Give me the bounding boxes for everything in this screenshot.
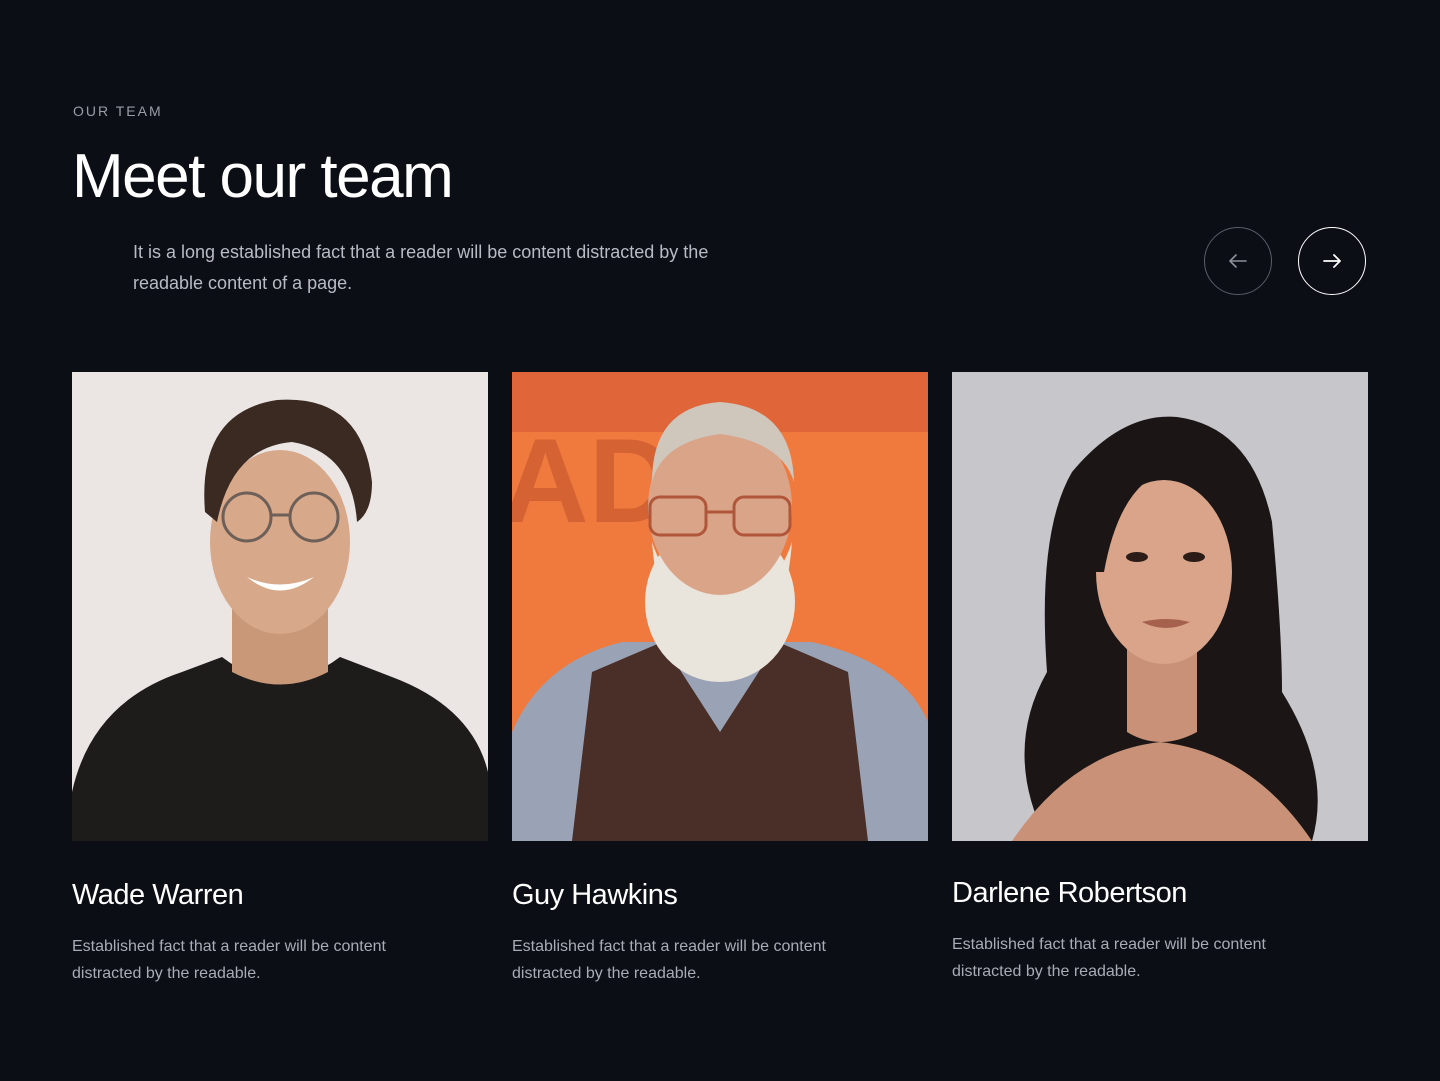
team-card-wade-warren[interactable]: Wade Warren Established fact that a read… [72,372,488,987]
team-section: OUR TEAM Meet our team It is a long esta… [0,0,1440,1081]
team-card-darlene-robertson[interactable]: Darlene Robertson Established fact that … [952,372,1368,985]
arrow-right-icon [1323,254,1341,268]
portrait-wade-warren [72,372,488,841]
section-title: Meet our team [72,142,454,211]
member-name: Darlene Robertson [952,877,1187,909]
section-lead: It is a long established fact that a rea… [133,242,709,293]
portrait-guy-hawkins: AD [512,372,928,841]
section-eyebrow: OUR TEAM [73,103,163,119]
member-name: Wade Warren [72,879,244,911]
member-description: Established fact that a reader will be c… [512,938,826,982]
team-card-guy-hawkins[interactable]: AD Guy Hawkins Established fact that a r… [512,372,928,987]
team-photo [72,372,488,841]
member-name: Guy Hawkins [512,879,678,911]
team-photo: AD [512,372,928,841]
carousel-next-button[interactable] [1298,227,1366,295]
portrait-darlene-robertson [952,372,1368,841]
team-photo [952,372,1368,841]
member-description: Established fact that a reader will be c… [952,936,1266,980]
arrow-left-icon [1229,254,1247,268]
carousel-prev-button[interactable] [1204,227,1272,295]
member-description: Established fact that a reader will be c… [72,938,386,982]
